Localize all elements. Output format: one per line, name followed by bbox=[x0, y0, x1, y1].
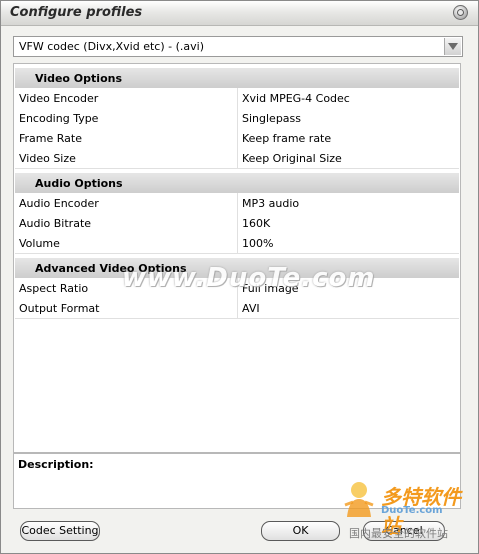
table-row[interactable]: Output Format AVI bbox=[15, 298, 459, 319]
section-title: Video Options bbox=[35, 72, 123, 85]
row-value: Keep frame rate bbox=[242, 132, 332, 145]
section-header-advanced: Advanced Video Options bbox=[15, 258, 459, 279]
table-row[interactable]: Video Size Keep Original Size bbox=[15, 148, 459, 169]
ok-button[interactable]: OK bbox=[261, 521, 340, 541]
row-value: MP3 audio bbox=[242, 197, 300, 210]
row-value: Singlepass bbox=[242, 112, 302, 125]
title-bar: Configure profiles bbox=[1, 1, 478, 26]
table-row[interactable]: Audio Bitrate 160K bbox=[15, 213, 459, 234]
row-key: Aspect Ratio bbox=[19, 282, 89, 295]
table-row[interactable]: Audio Encoder MP3 audio bbox=[15, 193, 459, 214]
description-label: Description: bbox=[18, 458, 94, 471]
section-title: Advanced Video Options bbox=[35, 262, 187, 275]
window-title: Configure profiles bbox=[10, 5, 143, 20]
profile-dropdown[interactable]: VFW codec (Divx,Xvid etc) - (.avi) bbox=[13, 36, 463, 57]
row-key: Audio Encoder bbox=[19, 197, 99, 210]
table-row[interactable]: Encoding Type Singlepass bbox=[15, 108, 459, 129]
options-panel: Video Options Video Encoder Xvid MPEG-4 … bbox=[13, 63, 461, 453]
row-key: Audio Bitrate bbox=[19, 217, 92, 230]
row-key: Video Encoder bbox=[19, 92, 99, 105]
section-header-audio: Audio Options bbox=[15, 173, 459, 194]
row-value: Xvid MPEG-4 Codec bbox=[242, 92, 350, 105]
table-row[interactable]: Aspect Ratio Full image bbox=[15, 278, 459, 299]
table-row[interactable]: Volume 100% bbox=[15, 233, 459, 254]
codec-setting-button[interactable]: Codec Setting bbox=[20, 521, 100, 541]
configure-profiles-dialog: Configure profiles VFW codec (Divx,Xvid … bbox=[0, 0, 479, 554]
row-key: Output Format bbox=[19, 302, 100, 315]
close-icon[interactable] bbox=[453, 5, 468, 20]
description-box: Description: bbox=[13, 453, 461, 509]
cancel-button[interactable]: Cancel bbox=[363, 521, 445, 541]
row-key: Video Size bbox=[19, 152, 76, 165]
row-value: Keep Original Size bbox=[242, 152, 342, 165]
chevron-down-icon[interactable] bbox=[444, 38, 461, 55]
table-row[interactable]: Frame Rate Keep frame rate bbox=[15, 128, 459, 149]
section-title: Audio Options bbox=[35, 177, 123, 190]
profile-selected-value: VFW codec (Divx,Xvid etc) - (.avi) bbox=[19, 40, 204, 53]
row-key: Encoding Type bbox=[19, 112, 99, 125]
section-header-video: Video Options bbox=[15, 68, 459, 89]
row-value: Full image bbox=[242, 282, 299, 295]
row-key: Frame Rate bbox=[19, 132, 82, 145]
table-row[interactable]: Video Encoder Xvid MPEG-4 Codec bbox=[15, 88, 459, 109]
row-value: AVI bbox=[242, 302, 260, 315]
row-value: 160K bbox=[242, 217, 271, 230]
row-value: 100% bbox=[242, 237, 274, 250]
row-key: Volume bbox=[19, 237, 60, 250]
